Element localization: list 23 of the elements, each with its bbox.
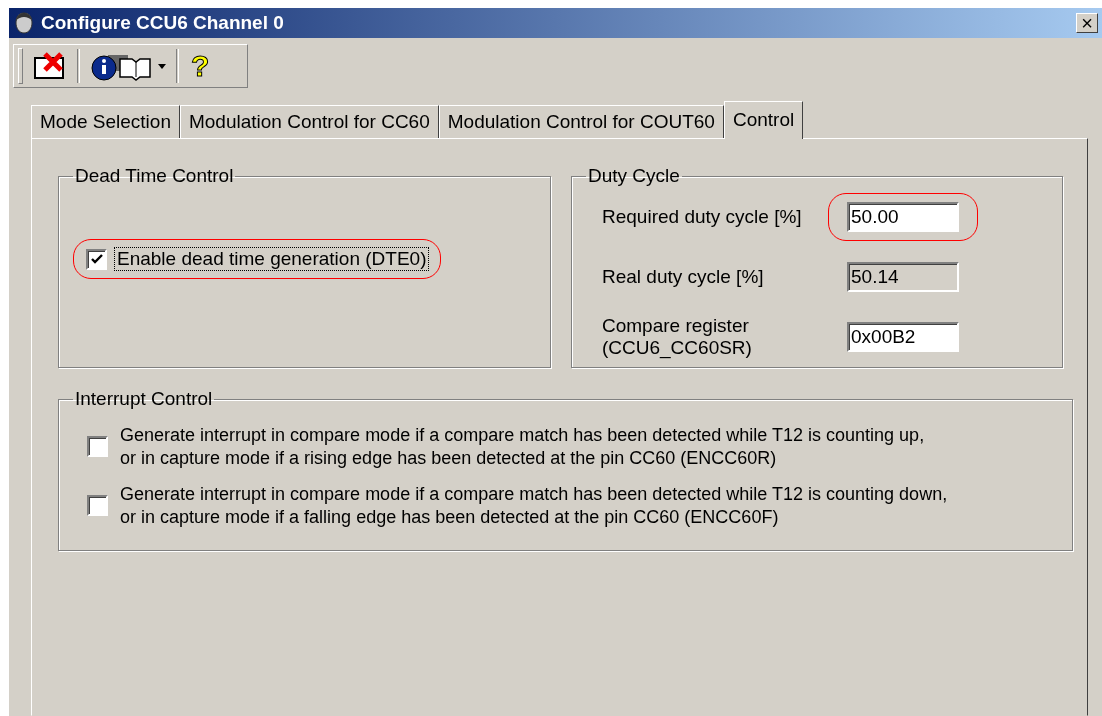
field-label: Real duty cycle [%] (601, 266, 765, 288)
checkbox[interactable] (86, 248, 107, 270)
tab[interactable]: Control (723, 101, 804, 139)
tab[interactable]: Modulation Control for CC60 (179, 105, 439, 138)
field-label: Compare register (CCU6_CC60SR) (601, 315, 753, 359)
tab[interactable]: Mode Selection (31, 105, 180, 138)
group-title: Dead Time Control (74, 165, 235, 187)
head-icon (13, 11, 35, 35)
checkbox-label[interactable]: Generate interrupt in compare mode if a compare match has been detected while T12 is counting down, or in capture mode if a falling edge has been detected at the pin CC60 (ENCC60F) (120, 483, 948, 528)
field-label: Required duty cycle [%] (601, 206, 803, 228)
checkbox[interactable] (87, 495, 108, 516)
window-title: Configure CCU6 Channel 0 (41, 12, 285, 34)
tab[interactable]: Modulation Control for COUT60 (438, 105, 724, 138)
caret-icon (158, 63, 166, 69)
checkmark-icon (90, 253, 103, 265)
close-button[interactable]: × (1076, 13, 1098, 33)
checkbox-label[interactable]: Enable dead time generation (DTE0) (115, 248, 429, 270)
checkbox-label[interactable]: Generate interrupt in compare mode if a compare match has been detected while T12 is counting up, or in capture mode if a rising edge has been detected at the pin CC60 (ENCC60R) (120, 424, 925, 469)
input-field[interactable]: 0x00B2 (847, 322, 959, 352)
group-title: Duty Cycle (587, 165, 681, 187)
group-title: Interrupt Control (74, 388, 214, 410)
input-field[interactable]: 50.00 (847, 202, 959, 232)
checkbox[interactable] (87, 436, 108, 457)
